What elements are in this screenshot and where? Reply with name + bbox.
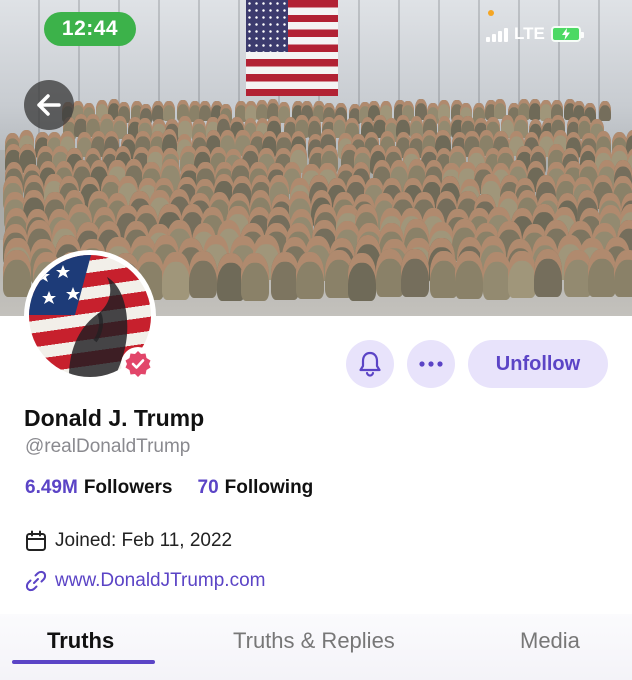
tab-truths-and-replies[interactable]: Truths & Replies <box>233 628 395 654</box>
crowd-figure <box>271 251 300 300</box>
crowd-figure <box>534 249 563 297</box>
more-options-button[interactable] <box>407 340 455 388</box>
tab-truths[interactable]: Truths <box>47 628 114 654</box>
website-row[interactable]: www.DonaldJTrump.com <box>25 570 265 592</box>
crowd-figure <box>162 252 191 301</box>
crowd-figure <box>2 249 31 298</box>
unfollow-button[interactable]: Unfollow <box>468 340 608 388</box>
following-label: Following <box>224 477 314 498</box>
crowd-figure <box>507 250 536 299</box>
back-button[interactable] <box>24 80 74 130</box>
crowd-figure <box>587 249 616 297</box>
crowd-figure <box>348 253 377 301</box>
tab-media[interactable]: Media <box>520 628 580 654</box>
crowd-figure <box>241 253 270 301</box>
signal-bars-icon <box>486 26 508 42</box>
status-time: 12:44 <box>44 12 136 46</box>
following-count: 70 <box>197 477 219 498</box>
bell-icon <box>359 351 381 377</box>
back-arrow-icon <box>37 94 61 116</box>
crowd-figure <box>614 249 632 298</box>
crowd-figure <box>401 249 430 297</box>
follow-stats: 6.49M Followers 70 Following <box>25 477 313 499</box>
profile-handle: @realDonaldTrump <box>25 436 191 457</box>
more-dots-icon <box>419 361 443 367</box>
american-flag-image <box>246 0 338 96</box>
website-link[interactable]: www.DonaldJTrump.com <box>55 570 265 592</box>
crowd-figure <box>429 250 458 299</box>
crowd-figure <box>375 249 404 297</box>
crowd-figure <box>455 251 484 299</box>
verified-check-icon <box>125 351 151 377</box>
joined-info: Joined: Feb 11, 2022 <box>25 530 232 552</box>
calendar-icon <box>26 530 46 551</box>
notifications-button[interactable] <box>346 340 394 388</box>
crowd-figure <box>295 251 324 300</box>
crowd-figure <box>598 100 611 122</box>
active-tab-indicator <box>12 660 155 664</box>
following-link[interactable]: 70 Following <box>198 477 314 499</box>
followers-link[interactable]: 6.49M Followers <box>25 477 173 499</box>
profile-name: Donald J. Trump <box>24 405 205 431</box>
joined-date: Joined: Feb 11, 2022 <box>55 530 233 551</box>
link-icon <box>25 570 47 592</box>
followers-label: Followers <box>83 477 173 498</box>
verified-badge <box>121 347 155 381</box>
battery-charging-icon <box>550 26 584 42</box>
profile-tabs: Truths Truths & Replies Media <box>0 614 632 680</box>
crowd-figure <box>188 250 217 299</box>
network-label: LTE <box>514 24 545 43</box>
privacy-indicator-dot <box>488 10 494 16</box>
followers-count: 6.49M <box>25 477 78 498</box>
status-icons: LTE <box>486 22 606 46</box>
